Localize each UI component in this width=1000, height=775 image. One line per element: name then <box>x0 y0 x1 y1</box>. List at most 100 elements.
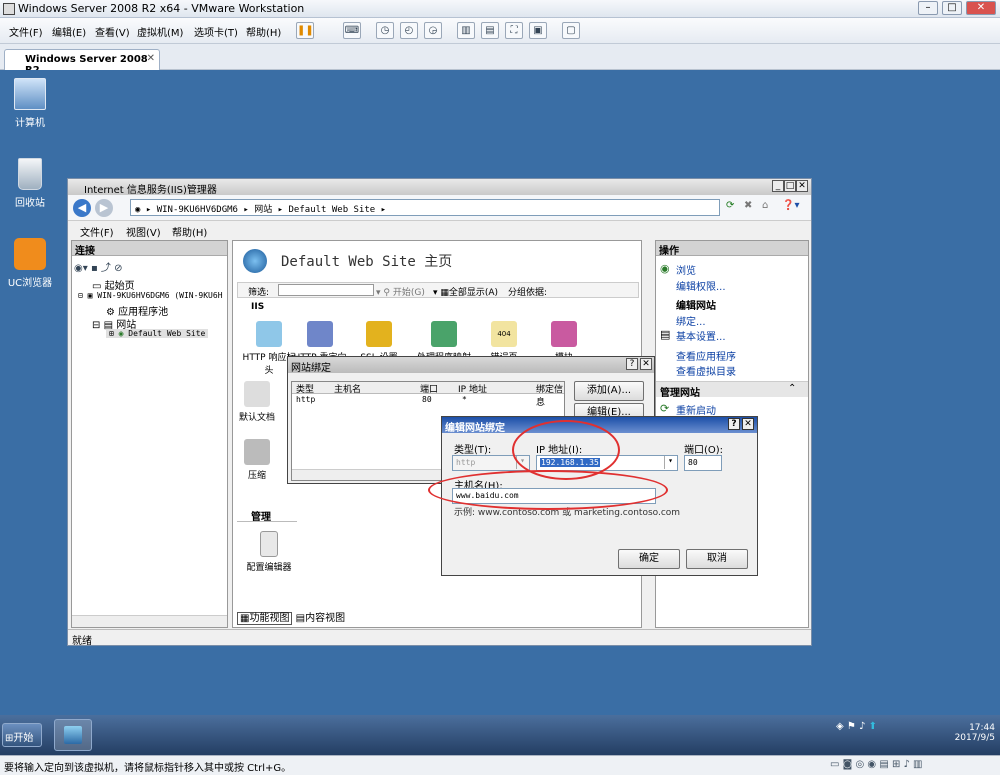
filter-input[interactable] <box>278 284 374 296</box>
thumbnail-icon[interactable]: ▤ <box>481 22 499 39</box>
sidebar-toggle-icon[interactable]: ▥ <box>457 22 475 39</box>
breadcrumb-server[interactable]: WIN-9KU6HV6DGM6 <box>157 205 238 215</box>
menu-file[interactable]: 文件(F) <box>9 24 43 39</box>
forward-icon[interactable]: ▶ <box>95 199 113 217</box>
start-button[interactable]: ⊞开始 <box>2 723 42 747</box>
ok-button[interactable]: 确定 <box>618 549 680 569</box>
stop-icon[interactable]: ✖ <box>744 200 752 211</box>
tree-start-page[interactable]: ▭ 起始页 <box>92 277 135 292</box>
iis-menu-help[interactable]: 帮助(H) <box>172 224 207 239</box>
menu-edit[interactable]: 编辑(E) <box>52 24 86 39</box>
desktop-icon-label: 回收站 <box>15 198 45 209</box>
collapse-section-icon[interactable]: ⌃ <box>788 383 796 394</box>
feature-config-editor[interactable]: 配置编辑器 <box>239 531 299 573</box>
minimize-button[interactable]: – <box>918 1 938 15</box>
disconnect-icon[interactable]: ⊘ <box>114 263 122 274</box>
desktop-icon-recycle-bin[interactable]: 回收站 <box>2 158 58 209</box>
go-label: 开始(G) <box>392 288 425 298</box>
revert-snapshot-icon[interactable]: ◴ <box>400 22 418 39</box>
action-restart[interactable]: 重新启动 <box>676 402 716 417</box>
action-view-applications[interactable]: 查看应用程序 <box>676 348 736 363</box>
iis-menu-file[interactable]: 文件(F) <box>80 224 114 239</box>
vmware-logo-icon <box>3 3 15 15</box>
iis-close-button[interactable]: ✕ <box>796 180 808 192</box>
features-view-tab[interactable]: ▦功能视图 <box>237 612 293 625</box>
feature-compression[interactable]: 压缩 <box>235 439 279 481</box>
iis-minimize-button[interactable]: _ <box>772 180 784 192</box>
tree-server[interactable]: ⊟ ▣ WIN-9KU6HV6DGM6 (WIN-9KU6H <box>78 291 223 300</box>
expand-icon[interactable]: ⊞ <box>109 329 119 338</box>
collapse-icon[interactable]: ⊟ <box>78 291 88 300</box>
menu-vm[interactable]: 虚拟机(M) <box>137 24 183 39</box>
col-ip[interactable]: IP 地址 <box>458 382 487 395</box>
address-breadcrumb[interactable]: ◉ ▸ WIN-9KU6HV6DGM6 ▸ 网站 ▸ Default Web S… <box>130 199 720 216</box>
action-view-virtual-dirs[interactable]: 查看虚拟目录 <box>676 363 736 378</box>
col-type[interactable]: 类型 <box>296 382 314 395</box>
iis-menu-view[interactable]: 视图(V) <box>126 224 161 239</box>
menu-tabs[interactable]: 选项卡(T) <box>194 24 238 39</box>
desktop-icon-label: 计算机 <box>15 118 45 129</box>
breadcrumb-sites[interactable]: 网站 <box>254 205 272 215</box>
desktop-icon-computer[interactable]: 计算机 <box>2 78 58 129</box>
iis-app-icon <box>64 726 82 744</box>
col-port[interactable]: 端口 <box>420 382 438 395</box>
back-icon[interactable]: ◀ <box>73 199 91 217</box>
tree-default-web-site[interactable]: ⊞ ◉ Default Web Site <box>106 329 209 338</box>
vmware-title-bar: Windows Server 2008 R2 x64 - VMware Work… <box>0 0 1000 18</box>
breadcrumb-site[interactable]: Default Web Site <box>289 205 376 215</box>
taskbar-iis-button[interactable] <box>54 719 92 751</box>
menu-view[interactable]: 查看(V) <box>95 24 130 39</box>
page-title: Default Web Site 主页 <box>281 254 453 270</box>
action-browse[interactable]: 浏览 <box>676 262 696 277</box>
show-all-button[interactable]: ▾ ▦全部显示(A) <box>433 285 498 298</box>
volume-icon[interactable]: ♪ <box>859 721 865 732</box>
connect-icon[interactable]: ◉▾ <box>74 263 88 274</box>
action-basic-settings[interactable]: 基本设置... <box>676 328 726 343</box>
upload-icon[interactable]: ⬆ <box>869 721 877 732</box>
vm-tab[interactable]: Windows Server 2008 R2 ... ✕ <box>4 49 160 76</box>
snapshot-icon[interactable]: ◷ <box>376 22 394 39</box>
cancel-button[interactable]: 取消 <box>686 549 748 569</box>
help-button[interactable]: ? <box>728 418 740 430</box>
connections-header: 连接 <box>72 241 227 257</box>
console-view-icon[interactable]: ▢ <box>562 22 580 39</box>
tray-clock[interactable]: 17:44 2017/9/5 <box>945 723 995 743</box>
pause-icon[interactable]: ❚❚ <box>296 22 314 39</box>
col-host[interactable]: 主机名 <box>334 382 361 395</box>
group-by-label[interactable]: 分组依据: <box>508 285 547 298</box>
desktop-icon-uc-browser[interactable]: UC浏览器 <box>2 238 58 289</box>
content-view-tab[interactable]: ▤内容视图 <box>296 613 345 624</box>
iis-maximize-button[interactable]: □ <box>784 180 796 192</box>
home-icon[interactable]: ⌂ <box>762 200 768 211</box>
close-button[interactable]: ✕ <box>966 1 996 15</box>
network-icon[interactable]: ◈ <box>836 721 844 732</box>
close-button[interactable]: ✕ <box>640 358 652 370</box>
feature-default-document[interactable]: 默认文档 <box>235 381 279 423</box>
port-input[interactable]: 80 <box>684 455 722 471</box>
horizontal-scrollbar[interactable] <box>72 615 227 627</box>
help-icon[interactable]: ❓▾ <box>782 200 799 211</box>
table-row[interactable]: http 80 * <box>292 395 564 406</box>
add-binding-button[interactable]: 添加(A)... <box>574 381 644 401</box>
action-edit-permissions[interactable]: 编辑权限... <box>676 278 726 293</box>
close-button[interactable]: ✕ <box>742 418 754 430</box>
filter-bar: 筛选: ▾ ⚲ 开始(G) ▾ ▦全部显示(A) 分组依据: <box>237 282 639 298</box>
send-keys-icon[interactable]: ⌨ <box>343 22 361 39</box>
maximize-button[interactable]: □ <box>942 1 962 15</box>
flag-icon[interactable]: ⚑ <box>847 721 856 732</box>
snapshot-manager-icon[interactable]: ◶ <box>424 22 442 39</box>
save-icon[interactable]: ▪ <box>91 263 98 274</box>
bindings-table-header: 类型 主机名 端口 IP 地址 绑定信息 <box>292 382 564 408</box>
help-button[interactable]: ? <box>626 358 638 370</box>
action-bindings[interactable]: 绑定... <box>676 313 706 328</box>
fullscreen-icon[interactable]: ⛶ <box>505 22 523 39</box>
menu-help[interactable]: 帮助(H) <box>246 24 281 39</box>
site-bindings-title: 网站绑定 <box>291 363 331 374</box>
up-icon[interactable]: ⤴ <box>101 263 111 274</box>
refresh-icon[interactable]: ⟳ <box>726 200 734 211</box>
vmware-window-title: Windows Server 2008 R2 x64 - VMware Work… <box>18 2 305 15</box>
go-button[interactable]: ▾ ⚲ 开始(G) <box>376 285 425 298</box>
close-tab-icon[interactable]: ✕ <box>147 53 155 64</box>
unity-icon[interactable]: ▣ <box>529 22 547 39</box>
collapse-icon[interactable]: ⊟ <box>92 320 104 331</box>
